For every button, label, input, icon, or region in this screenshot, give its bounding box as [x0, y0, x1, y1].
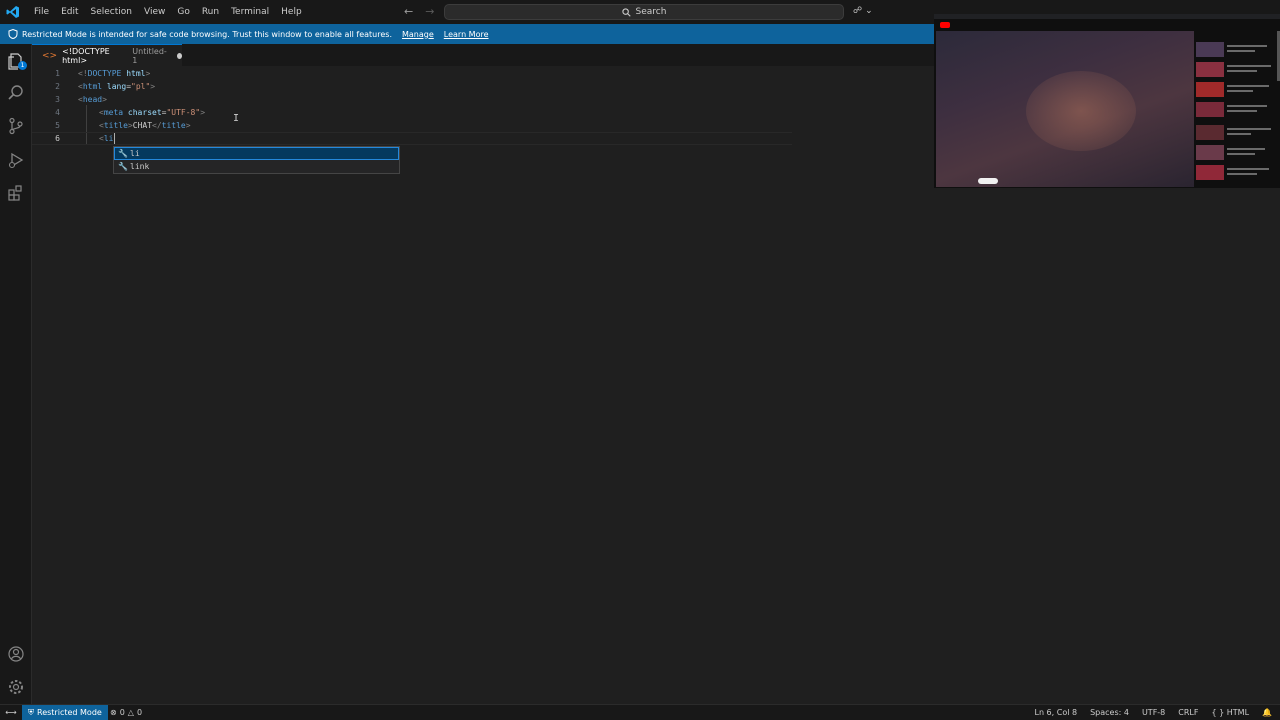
code-text: <meta charset="UTF-8"> — [99, 108, 206, 117]
tab-subtitle: Untitled-1 — [132, 46, 167, 65]
copilot-menu[interactable]: ☍ ⌄ — [853, 6, 873, 16]
accounts-icon[interactable] — [7, 645, 25, 663]
wrench-icon: 🔧 — [118, 149, 128, 158]
forward-arrow-icon[interactable]: → — [425, 5, 434, 18]
menu-view[interactable]: View — [138, 7, 171, 17]
html-file-icon: <> — [42, 50, 58, 61]
learn-more-link[interactable]: Learn More — [444, 30, 489, 39]
error-icon: ⊗ — [110, 708, 117, 717]
command-center-search[interactable]: Search — [444, 4, 844, 20]
status-bar-right: Ln 6, Col 8 Spaces: 4 UTF-8 CRLF { } HTM… — [1034, 705, 1272, 720]
line-number: 1 — [55, 69, 60, 78]
warning-icon: △ — [127, 708, 134, 717]
related-video — [1196, 164, 1280, 181]
line-number: 2 — [55, 82, 60, 91]
shield-icon — [8, 29, 18, 39]
tab-untitled-1[interactable]: <> <!DOCTYPE html> Untitled-1 — [32, 44, 182, 66]
code-text: <!DOCTYPE html> — [78, 69, 151, 78]
mouse-ibeam-cursor-icon: I — [233, 113, 240, 124]
notifications-bell-icon[interactable]: 🔔 — [1262, 708, 1272, 717]
menu-file[interactable]: File — [28, 7, 55, 17]
text-caret — [114, 133, 115, 144]
suggestion-item[interactable]: 🔧 link — [114, 160, 399, 173]
activity-bar: 1 — [0, 44, 32, 704]
editor-tabs: <> <!DOCTYPE html> Untitled-1 — [32, 44, 934, 66]
run-debug-icon[interactable] — [7, 151, 25, 169]
search-view-icon[interactable] — [7, 84, 25, 102]
extensions-icon[interactable] — [7, 184, 25, 202]
end-of-line[interactable]: CRLF — [1178, 708, 1198, 717]
subscribe-button — [978, 178, 998, 184]
error-count: 0 — [119, 708, 125, 717]
related-video — [1196, 61, 1280, 78]
shield-icon: ⛨ — [28, 707, 34, 717]
code-text: <html lang="pl"> — [78, 82, 156, 91]
video-frame — [1026, 71, 1136, 151]
explorer-badge: 1 — [18, 61, 27, 70]
related-video — [1196, 124, 1280, 141]
related-video — [1196, 101, 1280, 118]
encoding[interactable]: UTF-8 — [1142, 708, 1165, 717]
suggestion-label: link — [130, 162, 150, 171]
menu-edit[interactable]: Edit — [55, 7, 84, 17]
copilot-icon: ☍ — [853, 6, 863, 16]
navigation-arrows: ← → — [404, 5, 434, 18]
menu-terminal[interactable]: Terminal — [225, 7, 275, 17]
suggestion-item[interactable]: 🔧 li — [114, 147, 399, 160]
related-videos-list — [1196, 31, 1280, 188]
tab-title: <!DOCTYPE html> — [62, 46, 110, 65]
menu-selection[interactable]: Selection — [85, 7, 138, 17]
remote-icon[interactable]: ⟷ — [0, 705, 22, 720]
related-video — [1196, 81, 1280, 98]
problems-indicator[interactable]: ⊗ 0 △ 0 — [110, 705, 142, 720]
language-label: HTML — [1226, 708, 1250, 717]
source-control-icon[interactable] — [7, 117, 25, 135]
related-video — [1196, 41, 1280, 58]
wrench-icon: 🔧 — [118, 162, 128, 171]
related-video — [1196, 144, 1280, 161]
restricted-mode-banner: Restricted Mode is intended for safe cod… — [0, 24, 934, 44]
menu-go[interactable]: Go — [171, 7, 195, 17]
suggestion-label: li — [130, 149, 140, 158]
vscode-logo-icon — [6, 6, 19, 18]
search-label: Search — [635, 7, 667, 17]
unsaved-dot-icon[interactable] — [176, 52, 182, 59]
youtube-logo-icon — [940, 22, 950, 28]
video-player — [936, 31, 1194, 187]
warning-count: 0 — [136, 708, 143, 717]
code-text: <title>CHAT</title> — [99, 121, 191, 130]
suggestion-widget: 🔧 li 🔧 link — [113, 146, 400, 174]
line-number: 6 — [55, 134, 60, 143]
video-overlay-window — [934, 14, 1280, 188]
indentation[interactable]: Spaces: 4 — [1090, 708, 1129, 717]
gear-icon[interactable] — [7, 678, 25, 696]
chevron-down-icon: ⌄ — [865, 6, 873, 16]
line-number: 4 — [55, 108, 60, 117]
back-arrow-icon[interactable]: ← — [404, 5, 413, 18]
code-text: <head> — [78, 95, 107, 104]
line-number: 3 — [55, 95, 60, 104]
line-number: 5 — [55, 121, 60, 130]
youtube-header — [934, 19, 1280, 31]
status-bar: ⟷ ⛨ Restricted Mode ⊗ 0 △ 0 Ln 6, Col 8 … — [0, 704, 1280, 720]
manage-link[interactable]: Manage — [402, 30, 434, 39]
menu-help[interactable]: Help — [275, 7, 308, 17]
code-text: <li — [99, 134, 114, 143]
menu-bar: File Edit Selection View Go Run Terminal… — [28, 0, 308, 24]
restricted-mode-label: Restricted Mode — [37, 708, 102, 717]
banner-message: Restricted Mode is intended for safe cod… — [22, 29, 392, 39]
menu-run[interactable]: Run — [196, 7, 225, 17]
language-mode[interactable]: { } HTML — [1211, 708, 1249, 717]
restricted-mode-indicator[interactable]: ⛨ Restricted Mode — [22, 705, 108, 720]
current-line-highlight — [32, 132, 792, 145]
braces-icon: { } — [1211, 708, 1225, 717]
cursor-position[interactable]: Ln 6, Col 8 — [1034, 708, 1077, 717]
search-icon — [621, 7, 631, 17]
